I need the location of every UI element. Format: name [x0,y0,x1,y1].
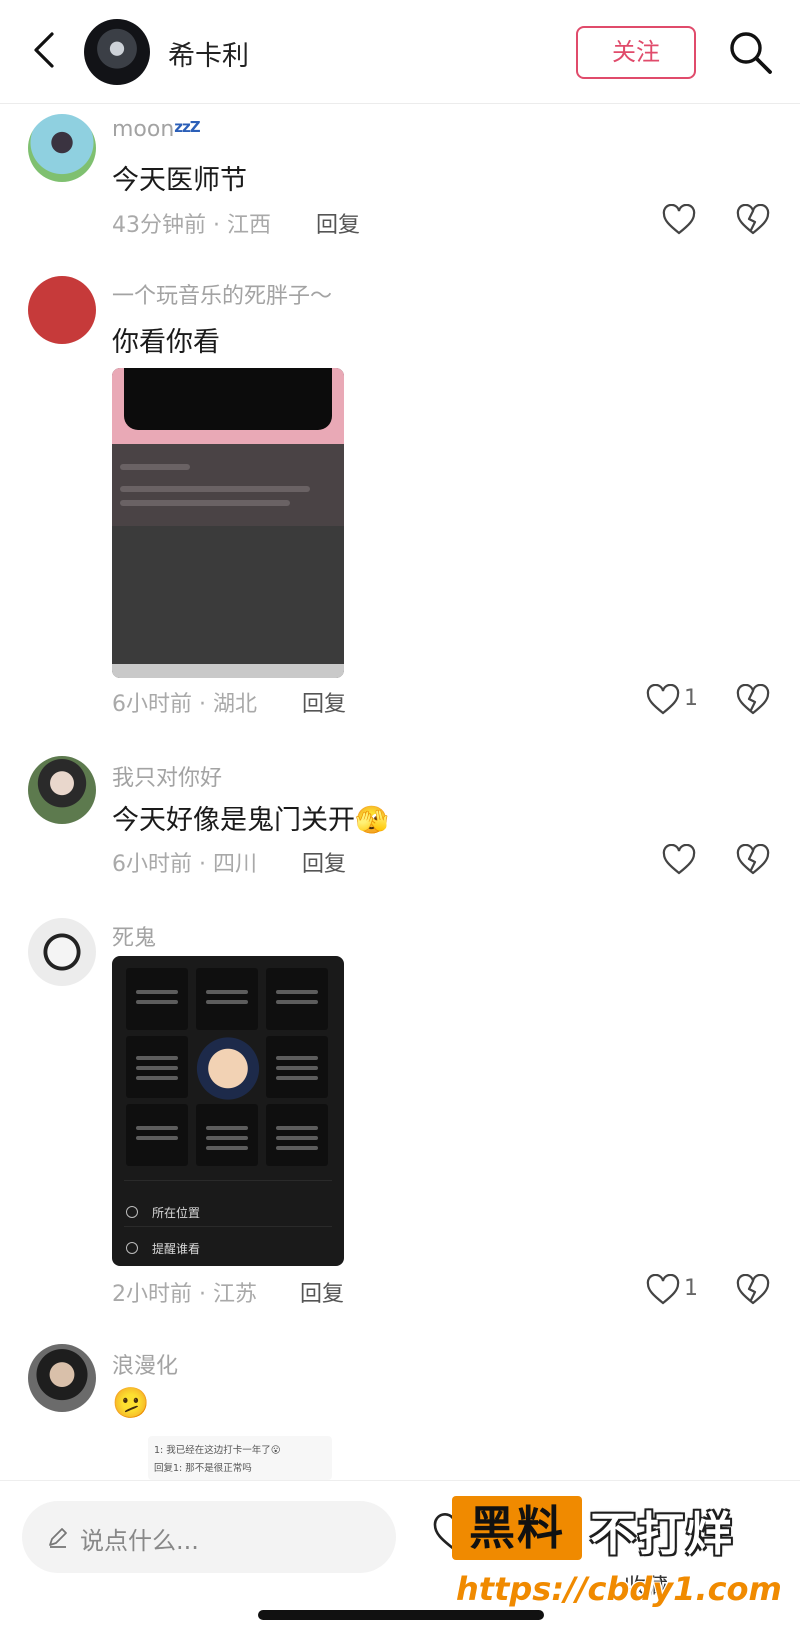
comment-meta: 6小时前 · 四川 [112,852,257,877]
location-pin-icon [126,1206,138,1218]
episode-cell [126,1036,188,1098]
commenter-avatar[interactable] [28,756,96,824]
like-count: 1 [684,1276,698,1301]
commenter-name[interactable]: 浪漫化 [112,1348,178,1380]
image-line: 1: 我已经在这边打卡一年了😮 [154,1445,281,1456]
mention-option: 提醒谁看 [152,1242,201,1256]
peek-emoji: 🫣 [355,805,389,836]
like-heart-icon[interactable] [662,204,696,236]
comment-image[interactable]: 所在位置 提醒谁看 [112,956,344,1266]
commenter-name[interactable]: 一个玩音乐的死胖子～ [112,278,332,310]
dislike-broken-heart-icon[interactable] [736,204,770,236]
image-line: 回复1: 那不是很正常吗 [154,1463,252,1474]
episode-cell [266,1036,328,1098]
top-bar: 希卡利 关注 [0,0,800,104]
comment-meta: 2小时前 · 江苏 [112,1282,257,1307]
at-mention-icon [126,1242,138,1254]
comment-text: 今天好像是鬼门关开🫣 [112,798,389,837]
comment-emoji: 🫤 [112,1386,150,1421]
commenter-avatar[interactable] [28,918,96,986]
dislike-broken-heart-icon[interactable] [736,1274,770,1306]
like-heart-icon[interactable] [662,844,696,876]
cartoon-character-sticker [194,1030,262,1100]
image-phone-screen [124,368,332,430]
reply-button[interactable]: 回复 [302,686,346,718]
episode-cell [196,968,258,1030]
commenter-avatar[interactable] [28,276,96,344]
comment-text: 你看你看 [112,327,220,358]
reply-button[interactable]: 回复 [302,846,346,878]
episode-cell [126,1104,188,1166]
like-count: 1 [684,686,698,711]
episode-cell [126,968,188,1030]
comment-input-placeholder: 说点什么... [80,1527,199,1555]
location-option: 所在位置 [152,1206,201,1220]
sleep-emoji: zzZ [174,118,200,136]
divider [124,1226,332,1227]
commenter-name[interactable]: moonzzZ [112,117,201,142]
commenter-name[interactable]: 死鬼 [112,920,156,952]
author-avatar[interactable] [84,19,150,85]
comment-image[interactable] [112,368,344,678]
comment-text-body: 今天好像是鬼门关开 [112,805,355,836]
like-heart-icon[interactable] [646,684,680,716]
episode-cell [196,1104,258,1166]
commenter-avatar[interactable] [28,114,96,182]
like-heart-icon[interactable] [646,1274,680,1306]
watermark: 黑料 不打烊 https://cbdy1.com [446,1490,786,1630]
follow-button[interactable]: 关注 [576,26,696,79]
episode-cell [266,1104,328,1166]
divider [124,1180,332,1181]
author-name[interactable]: 希卡利 [168,34,249,73]
image-caption-band [112,444,344,526]
commenter-avatar[interactable] [28,1344,96,1412]
watermark-brand-text: 不打烊 [590,1507,734,1561]
episode-cell [266,968,328,1030]
pencil-icon [49,1528,67,1548]
comment-meta: 43分钟前 · 江西 [112,213,271,238]
search-icon[interactable] [726,28,774,76]
back-arrow-icon[interactable] [26,28,66,72]
commenter-name[interactable]: 我只对你好 [112,760,222,792]
comment-image[interactable]: 1: 我已经在这边打卡一年了😮 回复1: 那不是很正常吗 [148,1436,332,1480]
reply-button[interactable]: 回复 [300,1276,344,1308]
home-indicator[interactable] [258,1610,544,1620]
dislike-broken-heart-icon[interactable] [736,844,770,876]
comment-input[interactable]: 说点什么... [22,1501,396,1573]
comment-text: 今天医师节 [112,165,247,196]
image-footer [112,664,344,678]
watermark-url: https://cbdy1.com [456,1570,782,1608]
comments-screen: 希卡利 关注 moonzzZ 今天医师节 43分钟前 · 江西 回复 一个玩音乐… [0,0,800,1638]
watermark-brand-box: 黑料 [452,1496,582,1560]
commenter-name-text: moon [112,117,175,142]
reply-button[interactable]: 回复 [316,207,360,239]
comment-meta: 6小时前 · 湖北 [112,692,257,717]
dislike-broken-heart-icon[interactable] [736,684,770,716]
